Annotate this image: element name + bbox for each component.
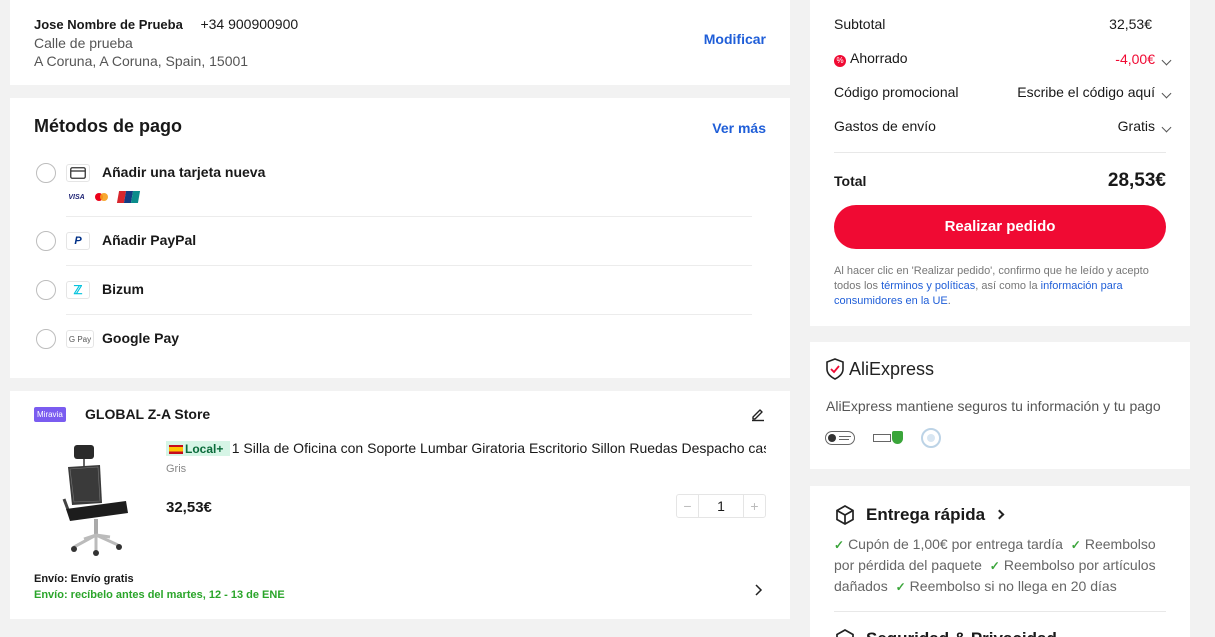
miravia-badge: Miravia — [34, 407, 66, 422]
chevron-down-icon — [1161, 88, 1172, 99]
recipient-phone: +34 900900900 — [200, 16, 299, 32]
local-plus-tag: Local+ — [166, 441, 230, 456]
unionpay-icon — [116, 191, 141, 203]
total-value: 28,53€ — [1107, 170, 1166, 191]
shipping-cost-row[interactable]: Gastos de envío Gratis — [834, 118, 1172, 134]
shipping-cost-label: Gastos de envío — [834, 118, 936, 134]
check-icon: ✓ — [834, 538, 845, 552]
increase-quantity-button[interactable]: + — [743, 495, 765, 517]
saved-label: Ahorrado — [850, 50, 908, 66]
terms-link[interactable]: términos y políticas — [881, 280, 975, 292]
saved-value: -4,00€ — [1115, 50, 1155, 67]
modify-address-link[interactable]: Modificar — [704, 31, 766, 47]
radio-bizum[interactable] — [36, 280, 56, 300]
divider — [66, 216, 752, 217]
chevron-down-icon — [1161, 55, 1172, 65]
product-price: 32,53€ — [166, 499, 212, 516]
decrease-quantity-button[interactable]: − — [677, 495, 699, 517]
pci-badge-icon — [825, 431, 855, 445]
divider — [834, 152, 1166, 153]
payment-method-google-pay[interactable]: Google Pay — [102, 330, 179, 346]
radio-paypal[interactable] — [36, 231, 56, 251]
secure-badge-icon — [873, 431, 903, 445]
aliexpress-shield-icon — [825, 358, 845, 385]
mastercard-icon — [91, 191, 112, 203]
store-name[interactable]: GLOBAL Z-A Store — [85, 406, 210, 422]
address-street: Calle de prueba — [34, 35, 133, 51]
delivery-estimate: Envío: recíbelo antes del martes, 12 - 1… — [34, 589, 285, 601]
certificate-badge-icon — [921, 428, 941, 448]
subtotal-row: Subtotal 32,53€ — [834, 16, 1170, 32]
fast-delivery-title[interactable]: Entrega rápida — [866, 505, 1005, 525]
bizum-icon: ℤ — [66, 281, 90, 299]
security-trust-card: AliExpress AliExpress mantiene seguros t… — [810, 342, 1190, 469]
divider — [66, 265, 752, 266]
total-label: Total — [834, 173, 867, 189]
payment-method-new-card[interactable]: Añadir una tarjeta nueva — [102, 164, 265, 180]
total-row: Total 28,53€ — [834, 170, 1170, 192]
subtotal-label: Subtotal — [834, 16, 886, 32]
aliexpress-brand: AliExpress — [849, 359, 935, 379]
payment-methods-title: Métodos de pago — [34, 116, 182, 136]
divider — [834, 611, 1166, 612]
delivery-guarantees: ✓ Cupón de 1,00€ por entrega tardía ✓ Reem… — [834, 536, 1156, 594]
address-card: Jose Nombre de Prueba +34 900900900 Call… — [10, 0, 790, 85]
check-icon: ✓ — [895, 580, 906, 594]
subtotal-value: 32,53€ — [1109, 16, 1152, 32]
place-order-button[interactable]: Realizar pedido — [834, 205, 1166, 249]
security-privacy-title[interactable]: Seguridad & Privacidad — [866, 629, 1057, 637]
promo-code-row[interactable]: Código promocional Escribe el código aqu… — [834, 84, 1172, 100]
quantity-stepper: − 1 + — [676, 494, 766, 518]
product-variant: Gris — [166, 463, 187, 475]
product-image[interactable] — [34, 439, 158, 563]
edit-icon[interactable] — [750, 406, 766, 427]
check-icon: ✓ — [989, 559, 1000, 573]
divider — [66, 314, 752, 315]
chevron-right-icon — [994, 509, 1005, 520]
radio-new-card[interactable] — [36, 163, 56, 183]
saved-row[interactable]: % Ahorrado -4,00€ — [834, 50, 1172, 67]
radio-google-pay[interactable] — [36, 329, 56, 349]
discount-icon: % — [834, 55, 846, 67]
payment-method-paypal[interactable]: Añadir PayPal — [102, 232, 196, 248]
payment-methods-card: Métodos de pago Ver más Añadir una tarje… — [10, 98, 790, 378]
box-icon — [834, 504, 856, 531]
chevron-down-icon — [1161, 122, 1172, 133]
see-more-link[interactable]: Ver más — [712, 120, 766, 136]
store-card: Miravia GLOBAL Z-A Store Local+ 1 Silla … — [10, 391, 790, 619]
chevron-right-icon[interactable] — [753, 583, 763, 601]
quantity-value[interactable]: 1 — [699, 498, 743, 514]
card-brands: VISA — [66, 191, 141, 203]
check-icon: ✓ — [1070, 538, 1081, 552]
google-pay-icon: G Pay — [66, 330, 94, 348]
trust-text: AliExpress mantiene seguros tu informaci… — [826, 398, 1161, 414]
legal-text: Al hacer clic en 'Realizar pedido', conf… — [834, 265, 1149, 307]
shipping-info: Envío: Envío gratis — [34, 573, 134, 585]
payment-method-bizum[interactable]: Bizum — [102, 281, 144, 297]
recipient-name: Jose Nombre de Prueba — [34, 17, 183, 32]
address-city: A Coruna, A Coruna, Spain, 15001 — [34, 53, 249, 69]
promo-code-input[interactable]: Escribe el código aquí — [1017, 84, 1155, 100]
security-badges — [825, 428, 941, 448]
product-title[interactable]: 1 Silla de Oficina con Soporte Lumbar Gi… — [232, 440, 766, 456]
spain-flag-icon — [169, 445, 183, 454]
credit-card-icon — [66, 164, 90, 182]
fast-delivery-card: Entrega rápida ✓ Cupón de 1,00€ por entre… — [810, 486, 1190, 637]
visa-icon: VISA — [68, 193, 85, 201]
lock-icon — [834, 628, 856, 637]
paypal-icon: P — [66, 232, 90, 250]
promo-code-label: Código promocional — [834, 84, 959, 100]
shipping-cost-value: Gratis — [1117, 118, 1155, 134]
